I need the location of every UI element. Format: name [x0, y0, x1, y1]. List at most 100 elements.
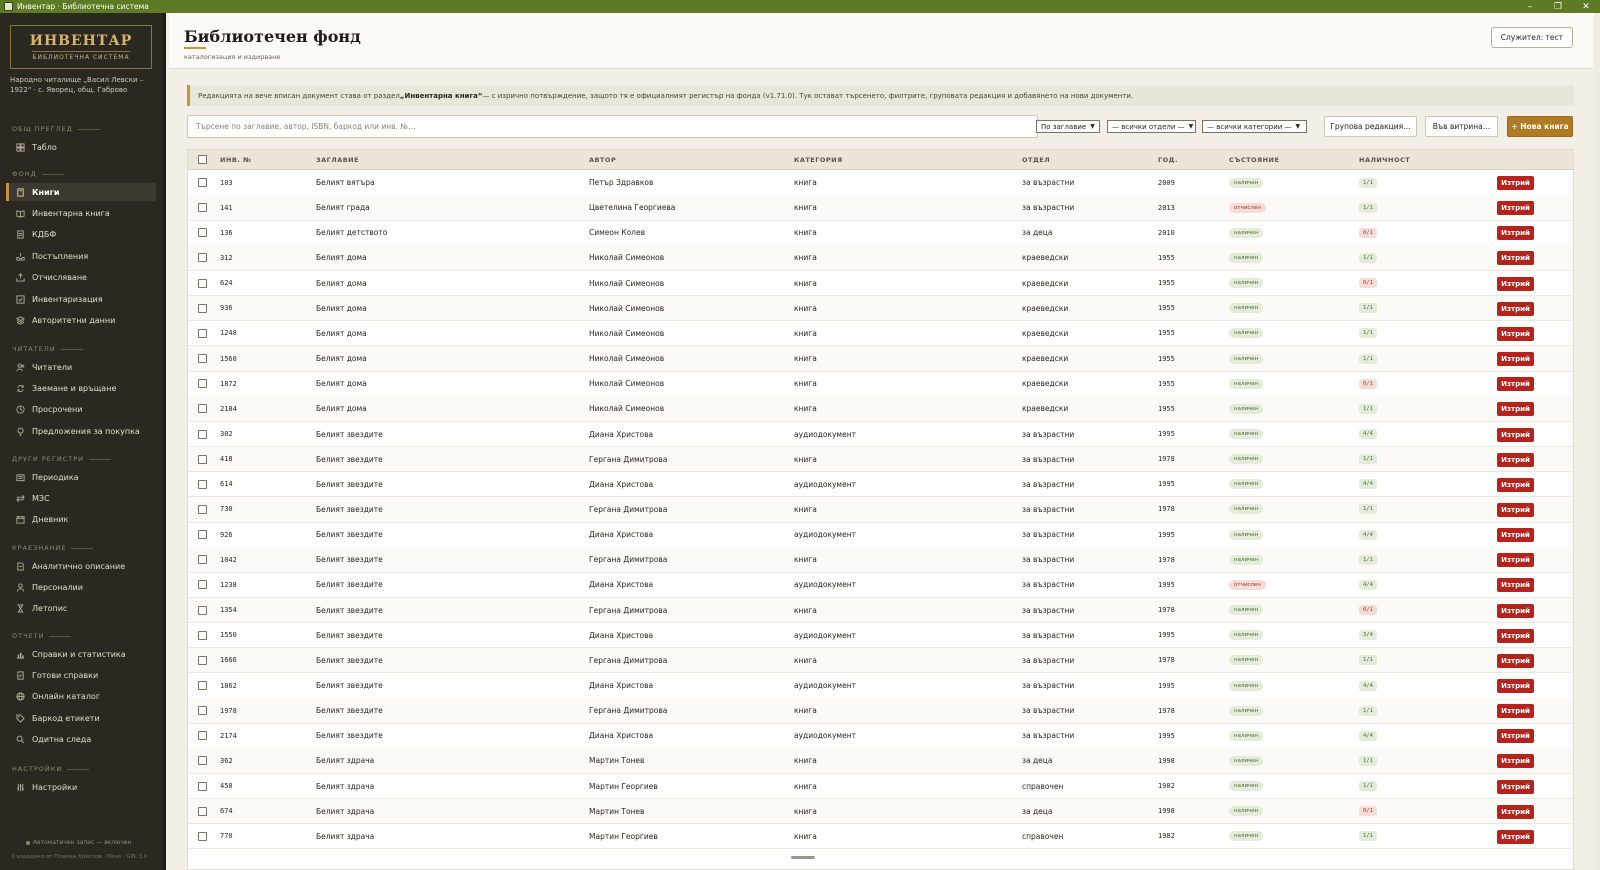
nav-item[interactable]: Заемане и връщане [6, 379, 156, 397]
table-row[interactable]: 302 Белият звездите Диана Христова аудиодок… [188, 422, 1573, 448]
row-checkbox[interactable] [198, 781, 207, 791]
row-checkbox[interactable] [198, 328, 207, 338]
table-row[interactable]: 730 Белият звездите Гергана Димитрова книга… [188, 496, 1573, 523]
row-checkbox[interactable] [198, 806, 207, 816]
delete-button[interactable]: Изтрий [1497, 226, 1534, 241]
close-window-button[interactable]: ✕ [1572, 0, 1600, 13]
nav-item[interactable]: Готови справки [6, 666, 156, 684]
delete-button[interactable]: Изтрий [1497, 553, 1534, 568]
column-header-title[interactable]: ЗАГЛАВИЕ [316, 150, 359, 170]
delete-button[interactable]: Изтрий [1497, 452, 1534, 467]
delete-button[interactable]: Изтрий [1497, 729, 1534, 744]
nav-item[interactable]: Периодика [6, 468, 156, 486]
new-book-button[interactable]: + Нова книга [1507, 116, 1573, 137]
nav-item[interactable]: Персоналии [6, 578, 156, 596]
nav-item[interactable]: Одитна следа [6, 731, 156, 749]
table-row[interactable]: 312 Белият дома Николай Симеонов книга краев… [188, 245, 1573, 272]
table-row[interactable]: 141 Белият града Цветелина Георгиева книга з… [188, 195, 1573, 221]
delete-button[interactable]: Изтрий [1497, 603, 1534, 618]
row-checkbox[interactable] [198, 756, 207, 766]
delete-button[interactable]: Изтрий [1497, 276, 1534, 291]
column-header-inv[interactable]: ИНВ. № [220, 150, 251, 170]
nav-item[interactable]: Авторитетни данни [6, 311, 156, 329]
row-checkbox[interactable] [198, 706, 207, 716]
delete-button[interactable]: Изтрий [1497, 502, 1534, 517]
row-checkbox[interactable] [198, 580, 207, 590]
nav-item[interactable]: Книги [6, 183, 156, 201]
row-checkbox[interactable] [198, 555, 207, 565]
row-checkbox[interactable] [198, 253, 207, 263]
delete-button[interactable]: Изтрий [1497, 301, 1534, 316]
delete-button[interactable]: Изтрий [1497, 402, 1534, 417]
row-checkbox[interactable] [198, 454, 207, 464]
nav-item[interactable]: Читатели [6, 358, 156, 376]
delete-button[interactable]: Изтрий [1497, 578, 1534, 593]
delete-button[interactable]: Изтрий [1497, 829, 1534, 844]
group-edit-button[interactable]: Групова редакция… [1324, 116, 1417, 137]
search-input[interactable] [187, 115, 1038, 138]
minimize-button[interactable]: – [1516, 0, 1544, 13]
horizontal-scroll-handle[interactable] [791, 856, 815, 859]
nav-item[interactable]: Постъпления [6, 247, 156, 265]
sort-select[interactable]: По заглавие ▼ [1036, 120, 1100, 133]
table-row[interactable]: 1872 Белият дома Николай Симеонов книга крае… [188, 371, 1573, 397]
delete-button[interactable]: Изтрий [1497, 176, 1534, 190]
delete-button[interactable]: Изтрий [1497, 754, 1534, 769]
table-row[interactable]: 1248 Белият дома Николай Симеонов книга крае… [188, 321, 1573, 347]
table-row[interactable]: 1550 Белият звездите Диана Христова аудиодо… [188, 623, 1573, 649]
row-checkbox[interactable] [198, 404, 207, 414]
table-row[interactable]: 1238 Белият звездите Диана Христова аудиодо… [188, 572, 1573, 598]
table-row[interactable]: 1666 Белият звездите Гергана Димитрова книг… [188, 647, 1573, 674]
delete-button[interactable]: Изтрий [1497, 427, 1534, 442]
delete-button[interactable]: Изтрий [1497, 352, 1534, 367]
delete-button[interactable]: Изтрий [1497, 251, 1534, 266]
delete-button[interactable]: Изтрий [1497, 201, 1534, 216]
row-checkbox[interactable] [198, 504, 207, 514]
select-all-checkbox[interactable] [198, 155, 207, 164]
current-user-button[interactable]: Служител: тест [1490, 27, 1573, 48]
window-scrollbar[interactable] [1594, 13, 1600, 870]
table-row[interactable]: 1042 Белият звездите Гергана Димитрова книг… [188, 547, 1573, 573]
delete-button[interactable]: Изтрий [1497, 779, 1534, 794]
row-checkbox[interactable] [198, 354, 207, 364]
row-checkbox[interactable] [198, 178, 207, 187]
showcase-button[interactable]: Във витрина… [1425, 116, 1498, 137]
nav-item[interactable]: Табло [6, 138, 156, 156]
column-header-author[interactable]: АВТОР [589, 150, 616, 170]
maximize-button[interactable]: ❐ [1544, 0, 1572, 13]
row-checkbox[interactable] [198, 605, 207, 615]
table-row[interactable]: 614 Белият звездите Диана Христова аудиодок… [188, 472, 1573, 498]
table-row[interactable]: 936 Белият дома Николай Симеонов книга краев… [188, 295, 1573, 322]
row-checkbox[interactable] [198, 655, 207, 665]
nav-item[interactable]: Просрочени [6, 401, 156, 419]
column-header-status[interactable]: СЪСТОЯНИЕ [1229, 150, 1279, 170]
table-row[interactable]: 674 Белият здрача Мартин Тонев книга за деца… [188, 798, 1573, 825]
nav-item[interactable]: Летопис [6, 600, 156, 618]
row-checkbox[interactable] [198, 831, 207, 841]
nav-item[interactable]: Онлайн каталог [6, 688, 156, 706]
row-checkbox[interactable] [198, 479, 207, 489]
delete-button[interactable]: Изтрий [1497, 628, 1534, 643]
row-checkbox[interactable] [198, 228, 207, 238]
table-row[interactable]: 1560 Белият дома Николай Симеонов книга крае… [188, 346, 1573, 372]
table-row[interactable]: 926 Белият звездите Диана Христова аудиодок… [188, 522, 1573, 548]
delete-button[interactable]: Изтрий [1497, 528, 1534, 543]
table-row[interactable]: 2184 Белият дома Николай Симеонов книга крае… [188, 396, 1573, 422]
delete-button[interactable]: Изтрий [1497, 679, 1534, 693]
row-checkbox[interactable] [198, 278, 207, 288]
delete-button[interactable]: Изтрий [1497, 326, 1534, 341]
nav-item[interactable]: Настройки [6, 778, 156, 796]
table-row[interactable]: 1862 Белият звездите Диана Христова аудиодо… [188, 673, 1573, 699]
table-row[interactable]: 2174 Белият звездите Диана Христова аудиодо… [188, 723, 1573, 749]
row-checkbox[interactable] [198, 681, 207, 690]
nav-item[interactable]: Баркод етикети [6, 709, 156, 727]
column-header-department[interactable]: ОТДЕЛ [1022, 150, 1050, 170]
row-checkbox[interactable] [198, 630, 207, 640]
nav-item[interactable]: Предложения за покупка [6, 422, 156, 440]
table-row[interactable]: 624 Белият дома Николай Симеонов книга краев… [188, 271, 1573, 297]
delete-button[interactable]: Изтрий [1497, 704, 1534, 719]
table-row[interactable]: 1354 Белият звездите Гергана Димитрова книг… [188, 597, 1573, 624]
nav-item[interactable]: МЗС [6, 489, 156, 507]
table-row[interactable]: 136 Белият детството Симеон Колев книга за д… [188, 220, 1573, 246]
table-row[interactable]: 770 Белият здрача Мартин Георгиев книга спра… [188, 824, 1573, 850]
